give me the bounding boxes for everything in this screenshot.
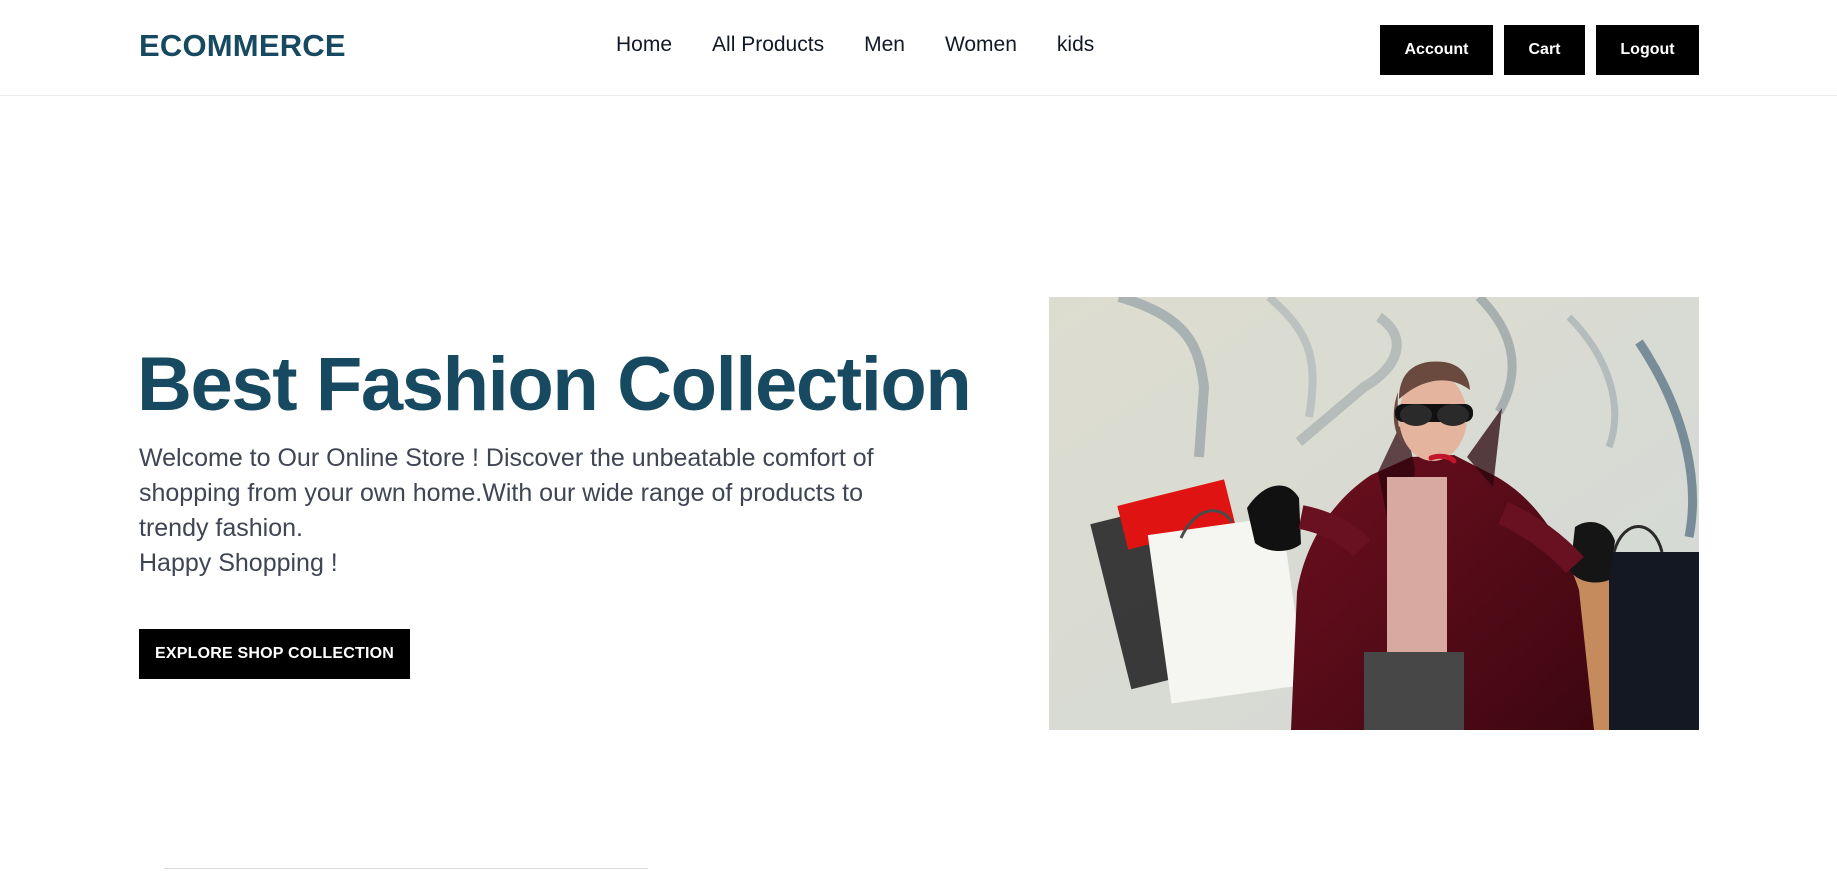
explore-shop-collection-button[interactable]: EXPLORE SHOP COLLECTION (139, 629, 410, 679)
cart-button[interactable]: Cart (1504, 25, 1585, 75)
nav-item-men[interactable]: Men (864, 33, 905, 57)
hero-description: Welcome to Our Online Store ! Discover t… (139, 441, 939, 581)
header-actions: Account Cart Logout (1380, 25, 1699, 75)
main-nav: Home All Products Men Women kids (616, 33, 1094, 57)
section-divider-line (164, 868, 648, 869)
hero-tagline: Happy Shopping ! (139, 549, 338, 577)
shopping-woman-illustration (1049, 297, 1699, 730)
account-button[interactable]: Account (1380, 25, 1493, 75)
nav-item-kids[interactable]: kids (1057, 33, 1094, 57)
nav-item-home[interactable]: Home (616, 33, 672, 57)
nav-item-all-products[interactable]: All Products (712, 33, 824, 57)
hero-title: Best Fashion Collection (137, 342, 972, 427)
nav-item-women[interactable]: Women (945, 33, 1017, 57)
logout-button[interactable]: Logout (1596, 25, 1699, 75)
top-navigation-bar: ECOMMERCE Home All Products Men Women ki… (0, 0, 1837, 96)
hero-paragraph: Welcome to Our Online Store ! Discover t… (139, 444, 874, 542)
hero-fashion-image (1049, 297, 1699, 730)
brand-logo[interactable]: ECOMMERCE (139, 28, 346, 64)
